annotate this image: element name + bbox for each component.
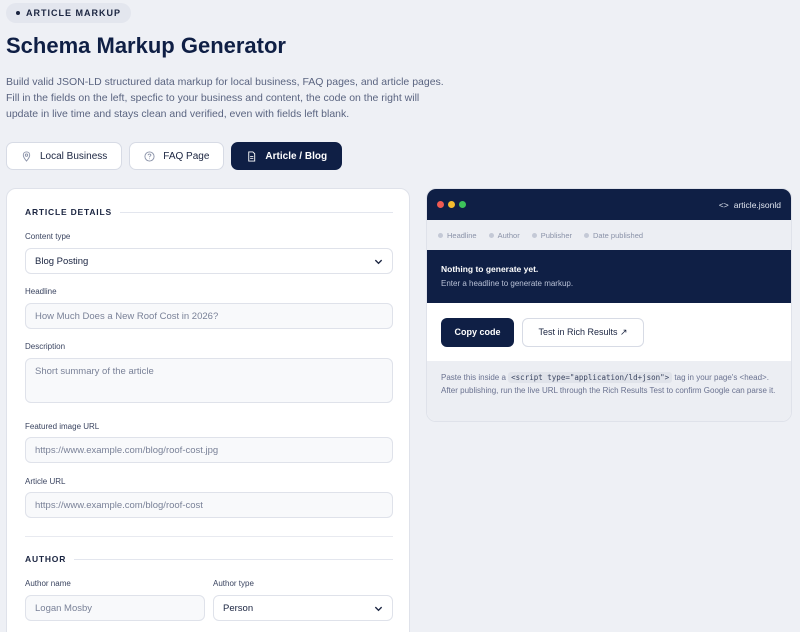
article-details-heading: ARTICLE DETAILS xyxy=(25,207,112,217)
tab-faq-page-label: FAQ Page xyxy=(163,150,210,162)
chip-dot xyxy=(531,232,537,238)
chip-dot xyxy=(584,232,589,238)
copy-code-button[interactable]: Copy code xyxy=(441,317,514,347)
test-rich-results-button[interactable]: Test in Rich Results ↗ xyxy=(522,317,644,347)
empty-state-title: Nothing to generate yet. xyxy=(441,264,539,274)
code-window-header: <> article.jsonld xyxy=(427,189,791,220)
author-name-input[interactable]: Logan Mosby xyxy=(25,595,205,621)
section-divider xyxy=(25,536,393,537)
code-filename: <> article.jsonld xyxy=(719,200,781,210)
featured-image-url-label: Featured image URL xyxy=(25,422,100,431)
badge-label: ARTICLE MARKUP xyxy=(26,8,121,18)
chip-date-published-label: Date published xyxy=(593,230,644,240)
field-status-chips: Headline Author Publisher Date published xyxy=(427,220,791,250)
article-url-label: Article URL xyxy=(25,477,66,486)
page-intro: Build valid JSON-LD structured data mark… xyxy=(6,76,444,120)
content-type-label: Content type xyxy=(25,232,71,241)
code-output: Nothing to generate yet. Enter a headlin… xyxy=(427,250,791,303)
empty-state-subtitle: Enter a headline to generate markup. xyxy=(441,279,574,288)
author-name-placeholder: Logan Mosby xyxy=(35,602,93,614)
script-tag-snippet: <script type="application/ld+json"> xyxy=(508,372,673,383)
help-circle-icon xyxy=(144,150,155,162)
chevron-down-icon xyxy=(374,259,383,264)
code-actions: Copy code Test in Rich Results ↗ xyxy=(427,303,791,361)
window-zoom-dot xyxy=(459,201,466,208)
document-icon xyxy=(248,150,256,162)
section-rule xyxy=(74,558,393,560)
article-markup-badge: ARTICLE MARKUP xyxy=(6,3,131,23)
headline-input[interactable]: How Much Does a New Roof Cost in 2026? xyxy=(25,303,393,329)
author-type-value: Person xyxy=(223,602,254,614)
tab-local-business[interactable]: Local Business xyxy=(6,142,123,170)
code-preview-card: <> article.jsonld Headline Author Publis… xyxy=(426,188,792,422)
section-rule xyxy=(119,211,393,213)
tab-faq-page[interactable]: FAQ Page xyxy=(129,142,225,170)
chip-headline-label: Headline xyxy=(447,230,477,240)
chip-publisher-label: Publisher xyxy=(540,230,572,240)
schema-type-tabs: Local Business FAQ Page Article / Blog xyxy=(6,142,343,170)
map-pin-icon xyxy=(22,150,31,162)
chip-author-label: Author xyxy=(497,230,520,240)
author-type-label: Author type xyxy=(213,579,254,588)
chip-headline: Headline xyxy=(438,231,477,240)
featured-image-url-placeholder: https://www.example.com/blog/roof-cost.j… xyxy=(35,444,219,456)
chip-publisher: Publisher xyxy=(531,230,572,240)
code-brackets-icon: <> xyxy=(718,199,729,210)
description-textarea[interactable]: Short summary of the article xyxy=(25,358,393,403)
article-form-card: ARTICLE DETAILS Content type Blog Postin… xyxy=(6,188,410,632)
content-type-value: Blog Posting xyxy=(35,255,89,267)
window-minimize-dot xyxy=(448,201,455,208)
author-name-label: Author name xyxy=(25,579,71,588)
install-note-prefix: Paste this inside a xyxy=(441,373,509,382)
author-type-select[interactable]: Person xyxy=(213,595,393,621)
code-filename-text: article.jsonld xyxy=(733,199,781,210)
tab-article-blog-label: Article / Blog xyxy=(265,150,328,162)
chip-dot xyxy=(488,232,494,238)
chip-date-published: Date published xyxy=(584,231,643,240)
featured-image-url-input[interactable]: https://www.example.com/blog/roof-cost.j… xyxy=(25,437,393,463)
author-heading: AUTHOR xyxy=(25,554,67,564)
install-note: Paste this inside a <script type="applic… xyxy=(427,361,791,421)
badge-dot xyxy=(16,11,20,15)
tab-local-business-label: Local Business xyxy=(40,150,108,162)
article-url-placeholder: https://www.example.com/blog/roof-cost xyxy=(35,499,203,511)
page-title: Schema Markup Generator xyxy=(6,33,286,58)
article-url-input[interactable]: https://www.example.com/blog/roof-cost xyxy=(25,492,393,518)
chevron-down-icon xyxy=(374,606,383,611)
chip-author: Author xyxy=(488,230,520,240)
window-close-dot xyxy=(437,201,444,208)
tab-article-blog[interactable]: Article / Blog xyxy=(231,142,343,170)
author-section-title: AUTHOR xyxy=(25,554,393,564)
headline-label: Headline xyxy=(25,287,57,296)
content-type-select[interactable]: Blog Posting xyxy=(25,248,393,274)
headline-placeholder: How Much Does a New Roof Cost in 2026? xyxy=(35,310,219,322)
chip-dot xyxy=(438,232,443,238)
description-placeholder: Short summary of the article xyxy=(35,366,154,377)
article-details-section-title: ARTICLE DETAILS xyxy=(25,207,393,217)
description-label: Description xyxy=(25,342,66,351)
